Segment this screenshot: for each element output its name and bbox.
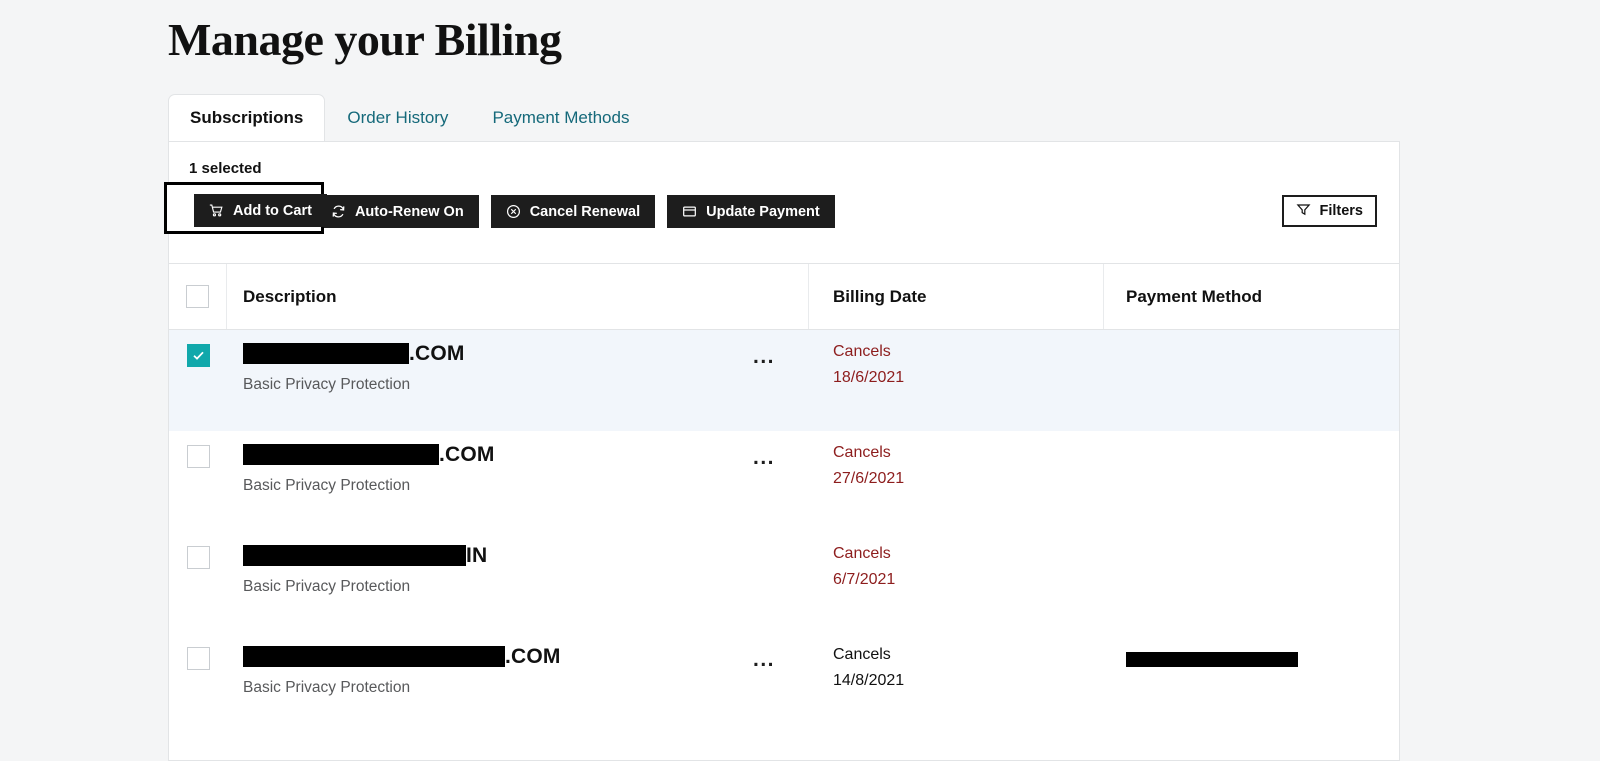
domain-name: IN xyxy=(243,540,487,572)
subscriptions-panel: 1 selected Add to Cart Auto-Renew On xyxy=(168,141,1400,761)
redaction-bar xyxy=(243,343,409,364)
refresh-icon xyxy=(331,204,346,219)
row-overflow-menu-button[interactable]: ... xyxy=(753,346,775,367)
redaction-bar xyxy=(243,646,505,667)
row-select-cell xyxy=(169,633,227,734)
row-select-cell xyxy=(169,330,227,431)
tab-subscriptions-label: Subscriptions xyxy=(190,108,304,127)
redaction-bar xyxy=(243,545,466,566)
domain-suffix: IN xyxy=(466,544,488,567)
add-to-cart-button-container: Add to Cart xyxy=(194,194,327,227)
row-description-cell: .COM Basic Privacy Protection... xyxy=(227,633,809,734)
selected-count-label: 1 selected xyxy=(189,160,262,177)
header-billing-date: Billing Date xyxy=(809,264,1104,329)
header-payment-method: Payment Method xyxy=(1104,264,1399,329)
billing-status: Cancels xyxy=(833,545,891,562)
add-to-cart-button[interactable]: Add to Cart xyxy=(194,194,327,227)
domain-suffix: .COM xyxy=(439,443,495,466)
header-billing-date-label: Billing Date xyxy=(833,286,927,306)
row-overflow-menu-button[interactable]: ... xyxy=(753,649,775,670)
row-billing-date-cell: Cancels 18/6/2021 xyxy=(809,330,1104,431)
funnel-icon xyxy=(1296,202,1311,221)
row-checkbox[interactable] xyxy=(186,546,210,569)
circle-x-icon xyxy=(506,204,521,219)
billing-date-value: 14/8/2021 xyxy=(833,672,905,689)
plan-label: Basic Privacy Protection xyxy=(243,578,411,595)
cancel-renewal-button[interactable]: Cancel Renewal xyxy=(490,195,656,228)
filters-label: Filters xyxy=(1319,203,1363,219)
tab-bar: Subscriptions Order History Payment Meth… xyxy=(168,94,651,142)
subscriptions-table: Description Billing Date Payment Method … xyxy=(169,263,1399,734)
row-checkbox[interactable] xyxy=(186,344,210,367)
row-billing-date-cell: Cancels 14/8/2021 xyxy=(809,633,1104,734)
row-billing-date-cell: Cancels 27/6/2021 xyxy=(809,431,1104,532)
update-payment-label: Update Payment xyxy=(706,203,820,220)
row-checkbox[interactable] xyxy=(186,445,210,468)
add-to-cart-label: Add to Cart xyxy=(233,202,312,219)
cancel-renewal-label: Cancel Renewal xyxy=(529,203,641,220)
tab-payment-methods-label: Payment Methods xyxy=(492,108,630,127)
shopping-cart-icon xyxy=(209,203,224,218)
billing-date-value: 6/7/2021 xyxy=(833,571,896,588)
billing-date-value: 18/6/2021 xyxy=(833,369,905,386)
tab-order-history-label: Order History xyxy=(347,108,449,127)
tab-payment-methods[interactable]: Payment Methods xyxy=(470,94,651,142)
check-icon xyxy=(192,351,204,360)
domain-name: .COM xyxy=(243,439,495,471)
table-row[interactable]: IN Basic Privacy Protection Cancels 6/7/202… xyxy=(169,532,1399,633)
update-payment-button[interactable]: Update Payment xyxy=(667,195,835,228)
row-description-cell: .COM Basic Privacy Protection... xyxy=(227,431,809,532)
header-description-label: Description xyxy=(243,286,337,306)
page-title: Manage your Billing xyxy=(168,14,562,65)
row-select-cell xyxy=(169,431,227,532)
domain-name: .COM xyxy=(243,641,561,673)
header-payment-method-label: Payment Method xyxy=(1126,286,1263,306)
plan-label: Basic Privacy Protection xyxy=(243,477,411,494)
auto-renew-on-button[interactable]: Auto-Renew On xyxy=(315,195,479,228)
row-overflow-menu-button[interactable]: ... xyxy=(753,447,775,468)
table-row[interactable]: .COM Basic Privacy Protection... Cancels 18… xyxy=(169,330,1399,431)
row-payment-method-cell xyxy=(1104,532,1399,633)
tab-order-history[interactable]: Order History xyxy=(325,94,470,142)
auto-renew-on-label: Auto-Renew On xyxy=(354,203,464,220)
table-row[interactable]: .COM Basic Privacy Protection... Cancels 14… xyxy=(169,633,1399,734)
row-billing-date-cell: Cancels 6/7/2021 xyxy=(809,532,1104,633)
billing-status: Cancels xyxy=(833,343,891,360)
domain-name: .COM xyxy=(243,338,465,370)
billing-status: Cancels xyxy=(833,646,891,663)
billing-status: Cancels xyxy=(833,444,891,461)
credit-card-icon xyxy=(682,204,697,219)
filters-button[interactable]: Filters xyxy=(1282,195,1377,227)
row-checkbox[interactable] xyxy=(186,647,210,670)
table-row[interactable]: .COM Basic Privacy Protection... Cancels 27… xyxy=(169,431,1399,532)
row-description-cell: IN Basic Privacy Protection xyxy=(227,532,809,633)
select-all-cell xyxy=(169,264,227,329)
domain-suffix: .COM xyxy=(409,342,465,365)
row-payment-method-cell xyxy=(1104,431,1399,532)
table-body: .COM Basic Privacy Protection... Cancels 18… xyxy=(169,330,1399,734)
billing-date-value: 27/6/2021 xyxy=(833,470,905,487)
row-payment-method-cell xyxy=(1104,633,1399,734)
redaction-bar xyxy=(243,444,439,465)
plan-label: Basic Privacy Protection xyxy=(243,679,411,696)
row-payment-method-cell xyxy=(1104,330,1399,431)
payment-redaction-bar xyxy=(1126,652,1298,667)
tab-subscriptions[interactable]: Subscriptions xyxy=(168,94,326,142)
header-description: Description xyxy=(227,264,809,329)
row-select-cell xyxy=(169,532,227,633)
select-all-checkbox[interactable] xyxy=(186,285,209,308)
table-header-row: Description Billing Date Payment Method xyxy=(169,264,1399,330)
domain-suffix: .COM xyxy=(505,645,561,668)
plan-label: Basic Privacy Protection xyxy=(243,376,411,393)
row-description-cell: .COM Basic Privacy Protection... xyxy=(227,330,809,431)
